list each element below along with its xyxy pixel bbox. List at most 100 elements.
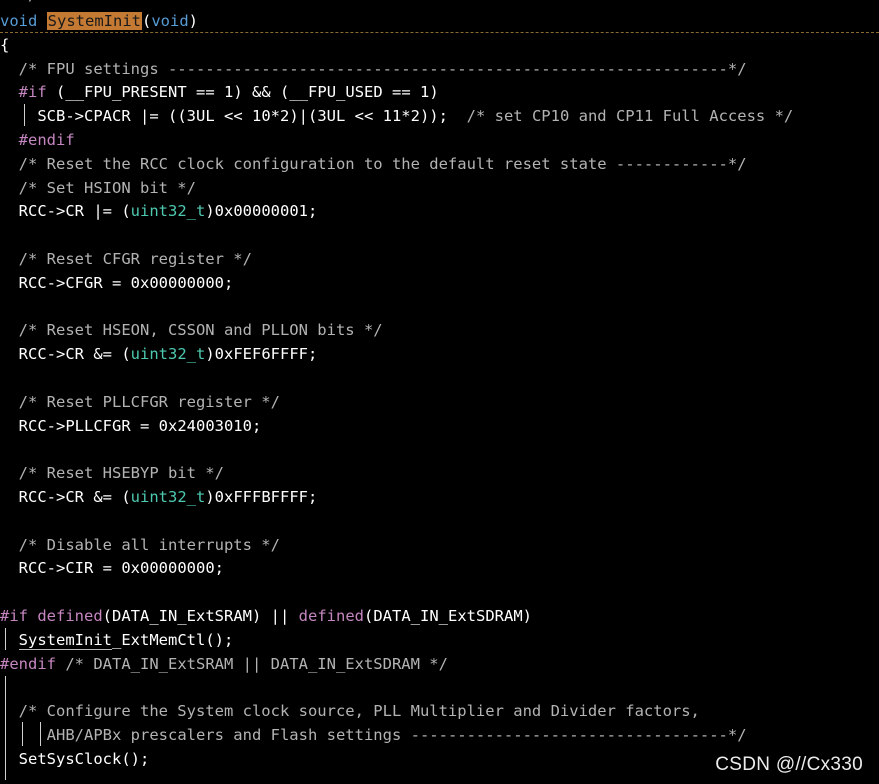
token-operator: )|( — [289, 107, 318, 126]
token-operator: { — [0, 35, 10, 54]
token-whitespace — [56, 655, 65, 673]
token-operator: ) — [188, 12, 199, 30]
token-comment: /* FPU settings ------------------------… — [18, 59, 747, 78]
indent-guide — [24, 104, 25, 126]
code-line[interactable]: /* Configure the System clock source, PL… — [0, 699, 879, 723]
token-whitespace — [0, 417, 19, 435]
code-line[interactable]: /* Reset the RCC clock configuration to … — [0, 152, 879, 176]
code-line[interactable]: /* Reset PLLCFGR register */ — [0, 390, 879, 414]
code-line[interactable]: SCB->CPACR |= ((3UL << 10*2)|(3UL << 11*… — [0, 104, 879, 128]
code-line[interactable]: #endif — [0, 128, 879, 152]
token-operator: = — [130, 416, 159, 435]
token-macro: DATA_IN_ExtSDRAM — [373, 607, 523, 625]
token-identifier: RCC->CR — [18, 488, 84, 506]
token-type: uint32_t — [130, 488, 206, 506]
token-type: uint32_t — [130, 202, 206, 221]
token-preprocessor: #if — [0, 607, 28, 625]
indent-guide — [40, 722, 41, 746]
code-line[interactable] — [0, 437, 879, 461]
token-highlighted-identifier: SystemInit — [46, 12, 142, 30]
token-operator: ( — [364, 607, 374, 625]
code-line[interactable]: AHB/APBx prescalers and Flash settings -… — [0, 723, 879, 747]
token-whitespace — [0, 179, 19, 197]
token-literal: 0x24003010 — [158, 416, 252, 435]
code-line[interactable]: #endif /* DATA_IN_ExtSRAM || DATA_IN_Ext… — [0, 652, 879, 676]
token-preprocessor: defined — [37, 607, 103, 625]
token-operator: ) — [205, 345, 215, 364]
token-comment: /* Set HSION bit */ — [18, 178, 196, 197]
code-line[interactable]: /* Reset HSEON, CSSON and PLLON bits */ — [0, 318, 879, 342]
token-operator: )); — [419, 107, 448, 126]
token-whitespace — [0, 464, 19, 482]
token-operator: &= — [84, 488, 122, 506]
token-identifier: RCC->PLLCFGR — [18, 416, 131, 435]
token-operator: ( — [280, 83, 290, 102]
token-comment: /* Configure the System clock source, PL… — [18, 702, 700, 721]
code-line[interactable]: /* Set HSION bit */ — [0, 176, 879, 200]
code-line[interactable]: RCC->CFGR = 0x00000000; — [0, 271, 879, 295]
token-literal: 10*2 — [251, 107, 290, 126]
code-line[interactable]: /* Reset CFGR register */ — [0, 247, 879, 271]
code-line[interactable]: /* Reset HSEBYP bit */ — [0, 461, 879, 485]
code-line[interactable]: RCC->PLLCFGR = 0x24003010; — [0, 414, 879, 438]
token-comment: /* Reset HSEBYP bit */ — [18, 464, 224, 483]
token-operator: ) — [233, 83, 243, 102]
code-line[interactable]: { — [0, 33, 879, 57]
code-line[interactable]: /* FPU settings ------------------------… — [0, 57, 879, 81]
code-line[interactable] — [0, 366, 879, 390]
code-line[interactable]: #if (__FPU_PRESENT == 1) && (__FPU_USED … — [0, 80, 879, 104]
token-comment: /* Reset PLLCFGR register */ — [18, 392, 280, 411]
token-whitespace — [0, 107, 37, 125]
token-operator: ( — [121, 345, 131, 364]
code-line[interactable] — [0, 223, 879, 247]
token-operator: = — [102, 273, 131, 292]
code-line[interactable]: SystemInit_ExtMemCtl(); — [0, 628, 879, 652]
token-macro: DATA_IN_ExtSRAM — [112, 607, 252, 625]
code-line[interactable]: /* Disable all interrupts */ — [0, 533, 879, 557]
token-whitespace — [0, 321, 19, 339]
token-literal: 3UL — [317, 107, 346, 126]
token-operator: = — [93, 559, 122, 578]
previous-line-fragment: */ — [0, 0, 38, 4]
token-operator: ; — [308, 202, 318, 221]
code-line[interactable] — [0, 580, 879, 604]
token-preprocessor: defined — [298, 607, 364, 625]
token-operator: == — [382, 83, 421, 102]
token-literal: 0x00000000 — [130, 273, 224, 292]
code-line[interactable]: RCC->CR |= (uint32_t)0x00000001; — [0, 199, 879, 223]
token-whitespace — [0, 536, 19, 554]
token-operator: ) — [252, 607, 262, 625]
token-whitespace — [0, 83, 19, 101]
code-line[interactable]: RCC->CR &= (uint32_t)0xFEF6FFFF; — [0, 342, 879, 366]
code-line[interactable]: #if defined(DATA_IN_ExtSRAM) || defined(… — [0, 604, 879, 628]
token-literal: 3UL — [186, 107, 215, 126]
token-whitespace — [0, 250, 19, 268]
token-literal: 1 — [420, 83, 430, 102]
code-line[interactable] — [0, 509, 879, 533]
code-editor[interactable]: */ void SystemInit(void) { /* FPU setting… — [0, 0, 879, 784]
token-comment: AHB/APBx prescalers and Flash settings -… — [46, 726, 747, 744]
token-identifier: SCB->CPACR — [37, 107, 131, 126]
token-whitespace — [0, 274, 19, 292]
token-identifier: RCC->CR — [18, 345, 84, 364]
token-whitespace — [0, 155, 19, 173]
code-line[interactable]: RCC->CIR = 0x00000000; — [0, 556, 879, 580]
token-literal: 0x00000000 — [121, 559, 215, 578]
code-line[interactable]: RCC->CR &= (uint32_t)0xFFFBFFFF; — [0, 485, 879, 509]
token-comment: /* set CP10 and CP11 Full Access */ — [466, 107, 794, 126]
token-operator: ; — [214, 559, 224, 578]
token-macro: __FPU_PRESENT — [65, 83, 187, 102]
token-operator: ; — [308, 488, 318, 506]
token-operator: << — [214, 107, 252, 126]
token-operator: ( — [102, 607, 113, 625]
code-line[interactable]: void SystemInit(void) — [0, 9, 879, 33]
token-comment: /* Reset the RCC clock configuration to … — [18, 154, 747, 173]
token-operator: ) — [522, 607, 532, 625]
token-whitespace — [37, 12, 46, 30]
token-whitespace — [0, 750, 19, 768]
token-identifier: SetSysClock — [18, 749, 122, 768]
code-line[interactable] — [0, 295, 879, 319]
token-operator: &= — [84, 345, 122, 364]
code-line[interactable] — [0, 675, 879, 699]
token-literal: 0xFFFBFFFF — [214, 488, 308, 506]
